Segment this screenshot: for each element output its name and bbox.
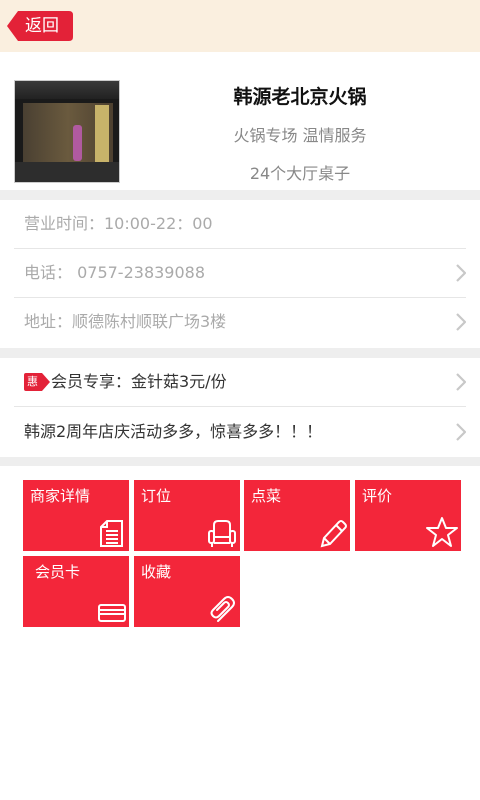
- back-label: 返回: [25, 16, 59, 36]
- tile-label: 点菜: [251, 487, 282, 505]
- phone-row[interactable]: 电话： 0757-23839088: [14, 249, 466, 298]
- address-text: 地址：顺德陈村顺联广场3楼: [24, 312, 227, 331]
- document-icon: [100, 520, 123, 547]
- pencil-icon: [320, 520, 347, 548]
- tile-label: 评价: [362, 487, 393, 505]
- member-offer-text: 会员专享：金针菇3元/份: [51, 372, 227, 391]
- paperclip-icon: [210, 596, 235, 622]
- phone-text: 电话： 0757-23839088: [24, 263, 206, 282]
- anniversary-text: 韩源2周年店庆活动多多，惊喜多多！！！: [24, 422, 323, 441]
- star-icon: [426, 517, 458, 547]
- chevron-right-icon: [456, 423, 466, 441]
- discount-badge: 惠: [24, 373, 50, 391]
- store-photo: [14, 80, 120, 183]
- divider: [0, 348, 480, 358]
- reserve-tile[interactable]: 订位: [134, 480, 240, 551]
- card-icon: [98, 604, 126, 622]
- divider: [0, 190, 480, 200]
- store-tagline: 火锅专场 温情服务: [233, 126, 367, 145]
- armchair-icon: [208, 520, 236, 547]
- member-card-tile[interactable]: 会员卡: [23, 556, 129, 627]
- top-bar: 返回: [0, 0, 480, 52]
- discount-badge-label: 惠: [27, 375, 38, 388]
- hours-row: 营业时间：10:00-22：00: [14, 200, 466, 249]
- chevron-right-icon: [456, 264, 466, 282]
- tile-label: 商家详情: [30, 487, 91, 505]
- store-tables: 24个大厅桌子: [249, 164, 351, 183]
- anniversary-row[interactable]: 韩源2周年店庆活动多多，惊喜多多！！！: [14, 408, 466, 457]
- hours-text: 营业时间：10:00-22：00: [24, 214, 213, 233]
- chevron-right-icon: [456, 313, 466, 331]
- tile-label: 收藏: [141, 563, 172, 581]
- back-button[interactable]: 返回: [6, 10, 74, 42]
- member-offer-row[interactable]: 惠 会员专享：金针菇3元/份: [14, 358, 466, 407]
- tile-label: 会员卡: [35, 563, 81, 581]
- order-food-tile[interactable]: 点菜: [244, 480, 350, 551]
- divider: [0, 457, 480, 466]
- favorite-tile[interactable]: 收藏: [134, 556, 240, 627]
- store-header: 韩源老北京火锅 火锅专场 温情服务 24个大厅桌子: [0, 52, 480, 190]
- tile-label: 订位: [141, 487, 172, 505]
- store-name: 韩源老北京火锅: [233, 86, 367, 108]
- store-details-tile[interactable]: 商家详情: [23, 480, 129, 551]
- review-tile[interactable]: 评价: [355, 480, 461, 551]
- address-row[interactable]: 地址：顺德陈村顺联广场3楼: [14, 298, 466, 347]
- chevron-right-icon: [456, 373, 466, 391]
